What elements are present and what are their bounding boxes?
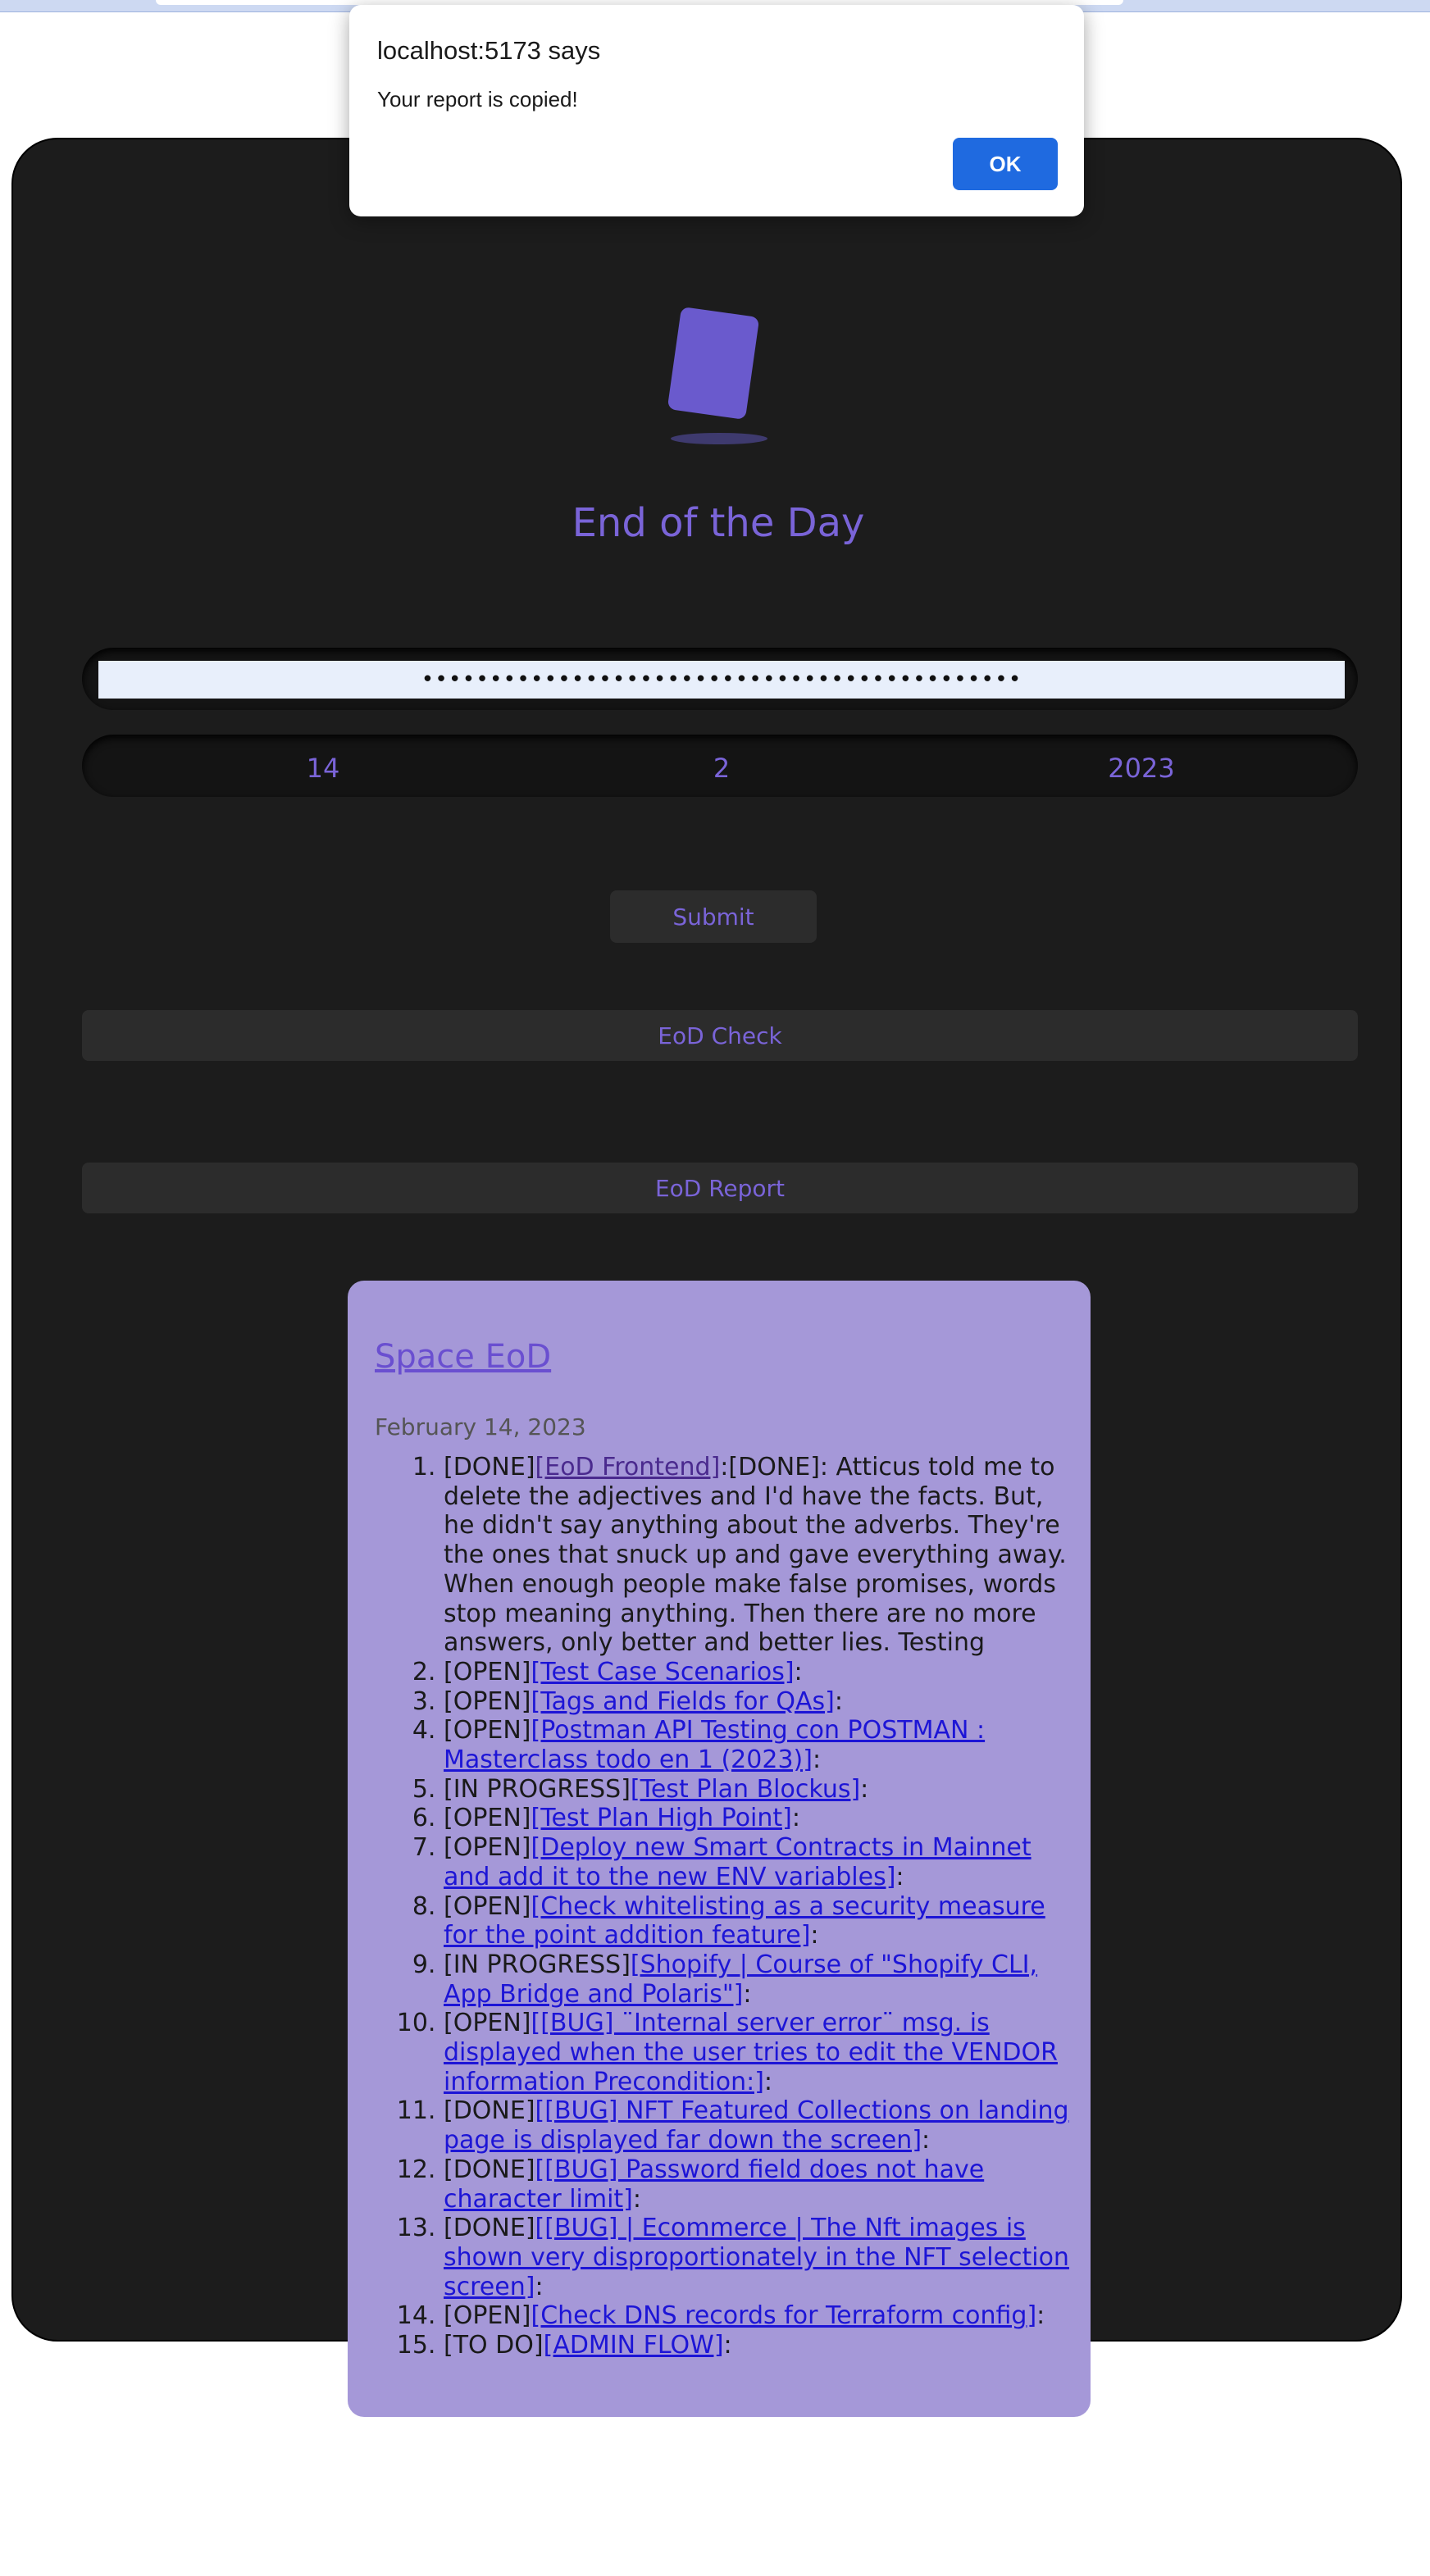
app-logo: [658, 287, 781, 451]
list-item: [OPEN][Check DNS records for Terraform c…: [444, 2301, 1072, 2331]
alert-title: localhost:5173 says: [377, 36, 601, 65]
report-title-link[interactable]: Space EoD: [375, 1338, 551, 1376]
list-item: [OPEN][Test Plan High Point]:: [444, 1804, 1072, 1833]
item-status: [TO DO]: [444, 2331, 544, 2360]
eod-report-button[interactable]: EoD Report: [82, 1163, 1358, 1213]
item-status: [DONE]: [444, 2096, 535, 2126]
list-item: [OPEN][Postman API Testing con POSTMAN :…: [444, 1716, 1072, 1774]
list-item: [DONE][EoD Frontend]:[DONE]: Atticus tol…: [444, 1453, 1072, 1658]
item-status: [IN PROGRESS]: [444, 1774, 631, 1804]
date-fields-wrapper: [82, 735, 1358, 797]
alert-dialog: localhost:5173 says Your report is copie…: [349, 5, 1084, 216]
report-panel: Space EoD February 14, 2023 [DONE][EoD F…: [348, 1281, 1091, 2417]
item-status: [OPEN]: [444, 1716, 531, 1745]
month-input[interactable]: [597, 751, 846, 785]
item-status: [OPEN]: [444, 2301, 531, 2331]
list-item: [OPEN][[BUG] ¨Internal server error¨ msg…: [444, 2009, 1072, 2096]
item-link[interactable]: [[BUG] ¨Internal server error¨ msg. is d…: [444, 2009, 1058, 2096]
item-text: :: [723, 2331, 732, 2360]
item-link[interactable]: [ADMIN FLOW]: [544, 2331, 724, 2360]
item-text: :: [535, 2272, 544, 2301]
list-item: [TO DO][ADMIN FLOW]:: [444, 2331, 1072, 2360]
item-text: :: [810, 1921, 819, 1950]
item-status: [DONE]: [444, 1453, 535, 1481]
list-item: [DONE][[BUG] Password field does not hav…: [444, 2155, 1072, 2214]
item-status: [DONE]: [444, 2155, 535, 2184]
item-text: :: [763, 2067, 773, 2096]
item-text: :: [812, 1745, 822, 1775]
alert-message: Your report is copied!: [377, 87, 578, 112]
item-text: :[DONE]: Atticus told me to delete the a…: [444, 1453, 1067, 1658]
item-link[interactable]: [[BUG] NFT Featured Collections on landi…: [444, 2096, 1069, 2155]
item-link[interactable]: [Check DNS records for Terraform config]: [531, 2301, 1037, 2330]
item-status: [OPEN]: [444, 1891, 531, 1921]
logo-card-shape: [667, 306, 760, 421]
list-item: [OPEN][Check whitelisting as a security …: [444, 1892, 1072, 1950]
list-item: [DONE][[BUG] NFT Featured Collections on…: [444, 2096, 1072, 2155]
page-title: End of the Day: [572, 500, 865, 546]
item-text: :: [791, 1804, 800, 1833]
item-text: :: [632, 2184, 641, 2214]
item-link[interactable]: [Check whitelisting as a security measur…: [444, 1892, 1045, 1950]
submit-button[interactable]: Submit: [610, 890, 817, 943]
app-card: End of the Day Submit EoD Check EoD Repo…: [11, 138, 1402, 2417]
list-item: [OPEN][Tags and Fields for QAs]:: [444, 1687, 1072, 1717]
alert-ok-button[interactable]: OK: [953, 138, 1058, 190]
item-text: :: [895, 1862, 904, 1891]
logo-shadow: [671, 433, 767, 444]
list-item: [OPEN][Test Case Scenarios]:: [444, 1658, 1072, 1687]
item-status: [OPEN]: [444, 2009, 531, 2038]
list-item: [DONE][[BUG] | Ecommerce | The Nft image…: [444, 2214, 1072, 2301]
list-item: [IN PROGRESS][Shopify | Course of "Shopi…: [444, 1950, 1072, 2009]
item-link[interactable]: [Deploy new Smart Contracts in Mainnet a…: [444, 1833, 1032, 1891]
item-text: :: [922, 2126, 931, 2155]
report-date: February 14, 2023: [375, 1413, 586, 1440]
item-text: :: [794, 1657, 803, 1686]
item-status: [OPEN]: [444, 1686, 531, 1716]
item-status: [OPEN]: [444, 1804, 531, 1833]
item-status: [IN PROGRESS]: [444, 1950, 631, 1979]
password-input[interactable]: [98, 661, 1345, 699]
list-item: [IN PROGRESS][Test Plan Blockus]:: [444, 1775, 1072, 1805]
item-status: [OPEN]: [444, 1657, 531, 1686]
item-text: :: [1036, 2301, 1045, 2331]
item-status: [OPEN]: [444, 1833, 531, 1863]
eod-check-button[interactable]: EoD Check: [82, 1010, 1358, 1061]
item-text: :: [834, 1686, 843, 1716]
year-input[interactable]: [1017, 751, 1266, 785]
report-list: [DONE][EoD Frontend]:[DONE]: Atticus tol…: [375, 1453, 1072, 2360]
item-link[interactable]: [Test Plan High Point]: [531, 1804, 792, 1832]
item-text: :: [860, 1774, 869, 1804]
day-input[interactable]: [198, 751, 448, 785]
list-item: [OPEN][Deploy new Smart Contracts in Mai…: [444, 1833, 1072, 1891]
item-link[interactable]: [Tags and Fields for QAs]: [531, 1687, 835, 1716]
item-link[interactable]: [Test Plan Blockus]: [631, 1775, 860, 1804]
item-link[interactable]: [EoD Frontend]: [535, 1453, 721, 1481]
item-text: :: [743, 1979, 752, 2009]
item-link[interactable]: [Test Case Scenarios]: [531, 1658, 795, 1686]
item-status: [DONE]: [444, 2214, 535, 2243]
password-field-wrapper: [82, 648, 1358, 710]
